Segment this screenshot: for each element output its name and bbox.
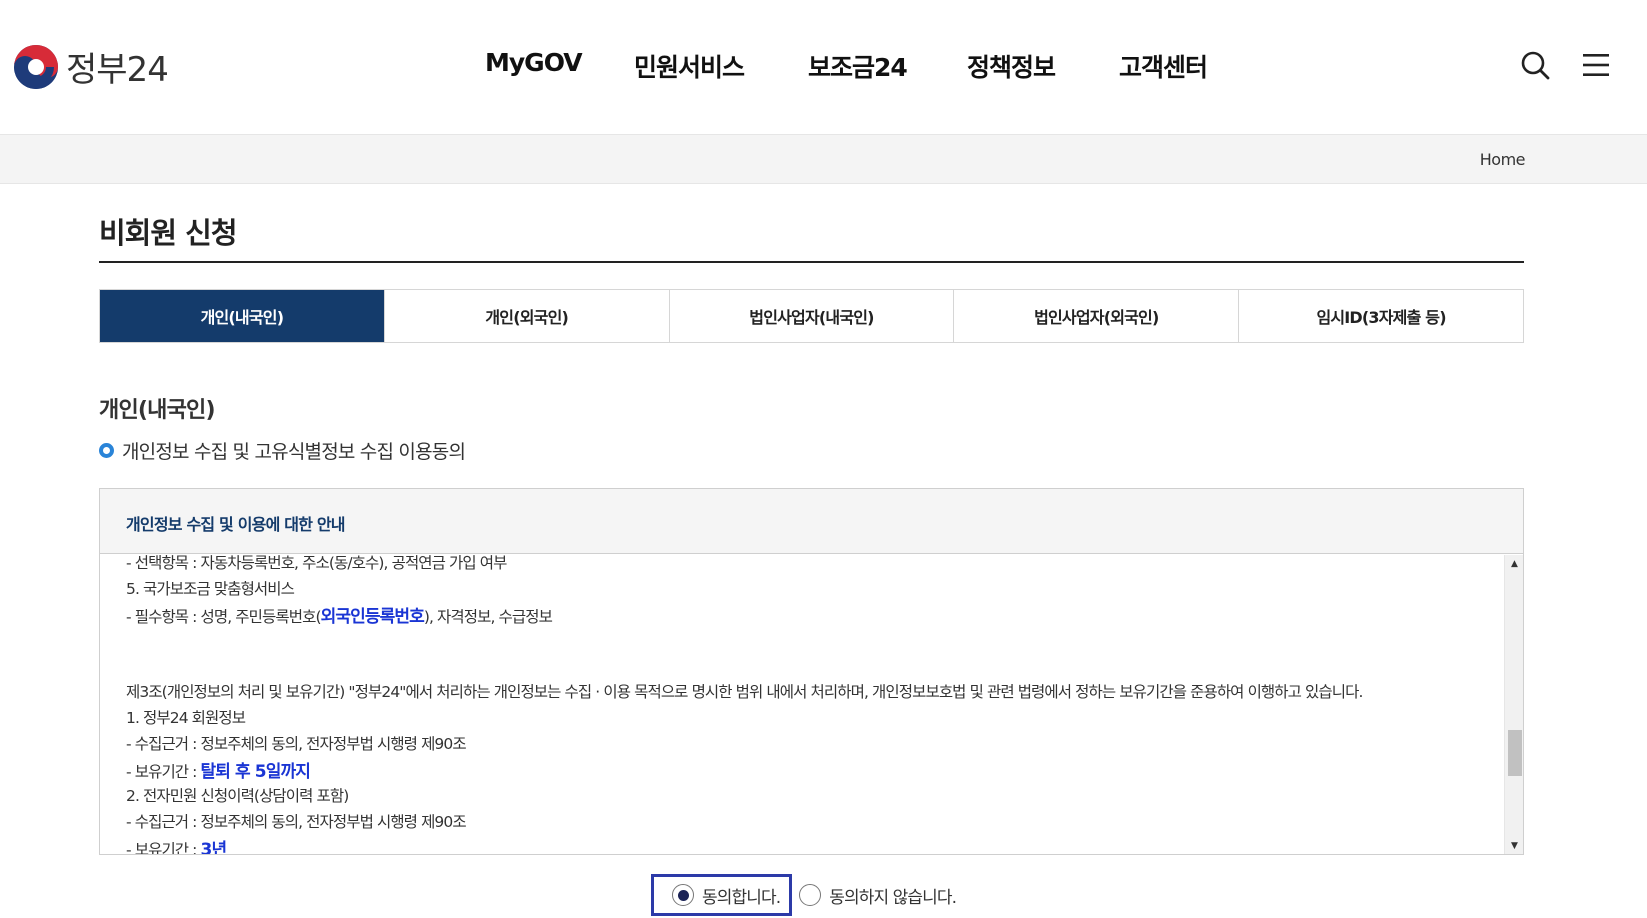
page-title: 비회원 신청 [99, 216, 237, 250]
hamburger-menu-icon[interactable] [1581, 50, 1611, 80]
agreement-box: 개인정보 수집 및 이용에 대한 안내 - 선택항목 : 자동차등록번호, 주소… [99, 488, 1524, 855]
nav-civil-service[interactable]: 민원서비스 [634, 48, 745, 84]
tab-individual-domestic[interactable]: 개인(내국인) [100, 290, 385, 342]
tab-individual-foreign[interactable]: 개인(외국인) [384, 290, 670, 342]
agreement-line-highlight: 외국인등록번호 [320, 607, 425, 627]
agreement-line: - 수집근거 : 정보주체의 동의, 전자정부법 시행령 제90조 [126, 813, 467, 831]
radio-unchecked-icon[interactable] [799, 884, 822, 906]
agreement-line: 제3조(개인정보의 처리 및 보유기간) "정부24"에서 처리하는 개인정보는… [126, 683, 1363, 701]
title-divider [99, 261, 1524, 263]
disagree-label: 동의하지 않습니다. [829, 887, 957, 908]
scroll-down-arrow-icon[interactable]: ▼ [1505, 837, 1524, 854]
agreement-line: 2. 전자민원 신청이력(상담이력 포함) [126, 787, 349, 805]
section-subtitle: 개인정보 수집 및 고유식별정보 수집 이용동의 [99, 437, 466, 464]
agreement-line: - 필수항목 : 성명, 주민등록번호(외국인등록번호), 자격정보, 수급정보 [126, 602, 553, 627]
agreement-line-highlight: 탈퇴 후 5일까지 [200, 762, 311, 782]
site-header: 정부24 MyGOV 민원서비스 보조금24 정책정보 고객센터 [0, 0, 1647, 135]
agree-label: 동의합니다. [702, 887, 781, 908]
agreement-line: - 선택항목 : 자동차등록번호, 주소(동/호수), 공적연금 가입 여부 [126, 555, 507, 572]
agreement-line-post: ), 자격정보, 수급정보 [423, 608, 553, 626]
agreement-line: - 보유기간 : 3년 [126, 835, 228, 854]
nav-subsidy24[interactable]: 보조금24 [808, 48, 908, 84]
nav-policy-info[interactable]: 정책정보 [967, 48, 1056, 84]
agreement-line: 5. 국가보조금 맞춤형서비스 [126, 580, 295, 598]
scroll-up-arrow-icon[interactable]: ▲ [1505, 555, 1524, 572]
tab-corporate-domestic[interactable]: 법인사업자(내국인) [669, 290, 955, 342]
applicant-type-tabs: 개인(내국인) 개인(외국인) 법인사업자(내국인) 법인사업자(외국인) 임시… [99, 289, 1524, 343]
agreement-line-pre: - 보유기간 : [126, 841, 201, 854]
agreement-line: 1. 정부24 회원정보 [126, 709, 246, 727]
nav-customer-center[interactable]: 고객센터 [1119, 48, 1208, 84]
agreement-heading: 개인정보 수집 및 이용에 대한 안내 [126, 515, 346, 534]
agreement-line-pre: - 보유기간 : [126, 763, 201, 781]
breadcrumb-home[interactable]: Home [1480, 150, 1526, 169]
scroll-thumb[interactable] [1508, 730, 1522, 776]
nav-mygov[interactable]: MyGOV [485, 48, 583, 77]
agreement-line: - 수집근거 : 정보주체의 동의, 전자정부법 시행령 제90조 [126, 735, 467, 753]
tab-corporate-foreign[interactable]: 법인사업자(외국인) [954, 290, 1240, 342]
agreement-text-area[interactable]: - 선택항목 : 자동차등록번호, 주소(동/호수), 공적연금 가입 여부 5… [100, 555, 1505, 854]
agree-radio[interactable]: 동의합니다. [651, 874, 793, 916]
radio-checked-icon[interactable] [672, 884, 694, 906]
section-title: 개인(내국인) [99, 398, 216, 423]
bullet-ring-icon [99, 443, 114, 458]
agreement-line-pre: - 필수항목 : 성명, 주민등록번호( [126, 608, 322, 626]
agreement-header: 개인정보 수집 및 이용에 대한 안내 [100, 489, 1523, 554]
main-nav: MyGOV 민원서비스 보조금24 정책정보 고객센터 [0, 48, 1647, 88]
agreement-scrollbar[interactable]: ▲ ▼ [1504, 555, 1523, 854]
disagree-radio[interactable]: 동의하지 않습니다. [799, 883, 957, 908]
consent-radio-group: 동의합니다. 동의하지 않습니다. [651, 874, 957, 916]
agreement-line-highlight: 3년 [200, 840, 228, 854]
section-subtitle-text: 개인정보 수집 및 고유식별정보 수집 이용동의 [122, 441, 466, 463]
search-icon[interactable] [1520, 50, 1550, 80]
radio-dot [677, 889, 689, 901]
breadcrumb: Home [0, 134, 1647, 184]
agreement-line: - 보유기간 : 탈퇴 후 5일까지 [126, 757, 311, 782]
tab-temporary-id[interactable]: 임시ID(3자제출 등) [1239, 290, 1523, 342]
